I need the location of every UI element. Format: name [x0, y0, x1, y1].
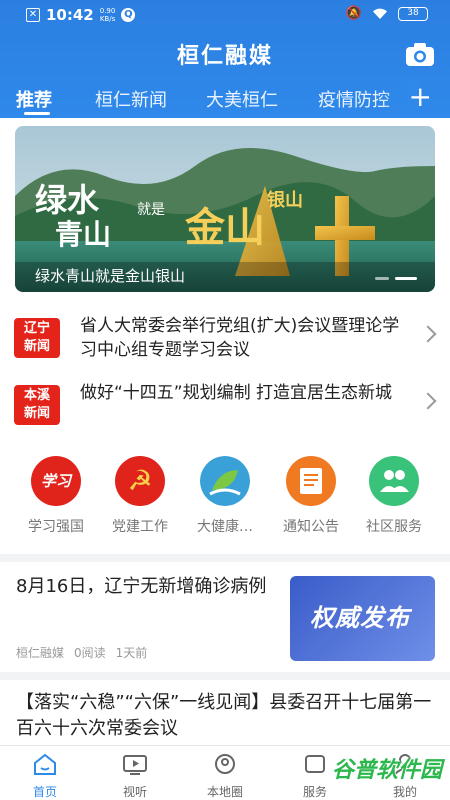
banner-overlay-text-3: 就是: [137, 202, 165, 218]
notice-icon: [286, 456, 336, 506]
chevron-right-icon: [419, 325, 437, 343]
xuexi-qiangguo-icon: 学习: [31, 456, 81, 506]
mute-bell-icon: 🔕: [345, 6, 362, 21]
health-leaf-icon: [200, 456, 250, 506]
camera-icon: [406, 43, 434, 66]
news-source-badge: 本溪 新闻: [14, 385, 60, 425]
service-party-building[interactable]: ☭ 党建工作: [95, 456, 185, 536]
status-time: 10:42: [46, 6, 94, 24]
article-title[interactable]: 【落实“六稳”“六保”一线见闻】县委召开十七届第一百六十六次常委会议: [16, 690, 440, 742]
nav-label: 视听: [122, 785, 147, 799]
network-speed-unit: KB/s: [99, 15, 116, 23]
nav-label: 本地圈: [206, 785, 243, 799]
carousel-indicators: [375, 277, 417, 280]
tab-damei-huanren[interactable]: 大美桓仁: [206, 86, 278, 112]
community-icon: [369, 456, 419, 506]
nav-home[interactable]: 首页: [10, 752, 80, 800]
nav-label: 服务: [302, 785, 327, 799]
news-source-badge: 辽宁 新闻: [14, 318, 60, 358]
status-bar: ✕ 10:42 0.90 KB/s Q 🔕 38: [0, 0, 450, 30]
service-community[interactable]: 社区服务: [349, 456, 439, 536]
section-divider: [0, 672, 450, 680]
service-xuexi-qiangguo[interactable]: 学习 学习强国: [11, 456, 101, 536]
bottom-navigation: 首页 视听 本地圈 服务 我的 谷普软件园: [0, 745, 450, 800]
section-divider: [0, 554, 450, 562]
article-thumbnail: 权威发布: [290, 576, 435, 661]
network-speed-value: 0.90: [99, 7, 116, 15]
service-label: 社区服务: [366, 519, 422, 535]
tab-huanren-news[interactable]: 桓仁新闻: [95, 86, 167, 112]
nav-label: 我的: [392, 785, 417, 799]
network-speed: 0.90 KB/s: [100, 7, 116, 23]
wifi-icon: [373, 8, 387, 19]
nav-video[interactable]: 视听: [100, 752, 170, 800]
service-label: 大健康…: [197, 519, 253, 535]
top-news-item[interactable]: 辽宁 新闻 省人大常委会举行党组(扩大)会议暨理论学习中心组专题学习会议: [0, 314, 450, 376]
service-label: 通知公告: [283, 519, 339, 535]
app-header: ✕ 10:42 0.90 KB/s Q 🔕 38 桓仁融媒 推荐 桓仁新闻 大美…: [0, 0, 450, 118]
home-icon: [34, 753, 56, 775]
news-title: 省人大常委会举行党组(扩大)会议暨理论学习中心组专题学习会议: [80, 316, 400, 360]
banner-caption: 绿水青山就是金山银山: [35, 267, 186, 285]
banner-overlay-text-2: 青山: [55, 218, 111, 251]
top-news-item[interactable]: 本溪 新闻 做好“十四五”规划编制 打造宜居生态新城: [0, 381, 450, 443]
app-title: 桓仁融媒: [176, 43, 273, 69]
service-icon: [305, 755, 325, 773]
close-notification-icon: ✕: [26, 8, 40, 22]
banner-overlay-text-4: 金山: [184, 204, 265, 251]
article-title: 8月16日，辽宁无新增确诊病例: [16, 576, 267, 597]
news-title: 做好“十四五”规划编制 打造宜居生态新城: [80, 383, 393, 403]
banner-carousel[interactable]: 绿水 青山 就是 金山 银山 绿水青山就是金山银山: [15, 126, 435, 292]
article-reads: 0阅读: [74, 646, 106, 660]
service-label: 党建工作: [112, 519, 168, 535]
service-notice[interactable]: 通知公告: [266, 456, 356, 536]
chevron-right-icon: [419, 392, 437, 410]
service-health[interactable]: 大健康…: [180, 456, 270, 536]
carousel-dot-active[interactable]: [395, 277, 417, 280]
article-time: 1天前: [115, 646, 148, 660]
service-label: 学习强国: [28, 519, 84, 535]
app-notification-icon: Q: [121, 8, 136, 22]
add-channel-plus-icon[interactable]: +: [409, 80, 432, 114]
banner-overlay-text-1: 绿水: [35, 181, 100, 219]
service-shortcuts: 学习 学习强国 ☭ 党建工作 大健康… 通知公告 社区服务: [0, 456, 450, 542]
badge-line-2: 新闻: [23, 339, 50, 354]
badge-line-1: 辽宁: [23, 321, 50, 336]
banner-overlay-text-5: 银山: [267, 189, 303, 211]
channel-tabs: 推荐 桓仁新闻 大美桓仁 疫情防控 +: [0, 80, 450, 116]
nav-local[interactable]: 本地圈: [190, 752, 260, 800]
badge-line-1: 本溪: [23, 388, 50, 403]
watermark-text: 谷普软件园: [331, 758, 442, 783]
active-tab-indicator: [24, 112, 50, 115]
badge-line-2: 新闻: [23, 406, 50, 421]
camera-button[interactable]: [404, 40, 436, 68]
tab-recommend[interactable]: 推荐: [16, 86, 52, 112]
carousel-dot[interactable]: [375, 277, 389, 280]
article-meta: 桓仁融媒 0阅读 1天前: [16, 644, 147, 661]
article-card[interactable]: 8月16日，辽宁无新增确诊病例 桓仁融媒 0阅读 1天前 权威发布: [0, 568, 450, 668]
article-source: 桓仁融媒: [16, 646, 65, 660]
party-emblem-icon: ☭: [115, 456, 165, 506]
nav-label: 首页: [32, 785, 57, 799]
video-icon: [123, 755, 147, 775]
thumbnail-text: 权威发布: [310, 604, 410, 632]
battery-indicator: 38: [398, 6, 428, 21]
local-circle-icon: [215, 754, 235, 774]
